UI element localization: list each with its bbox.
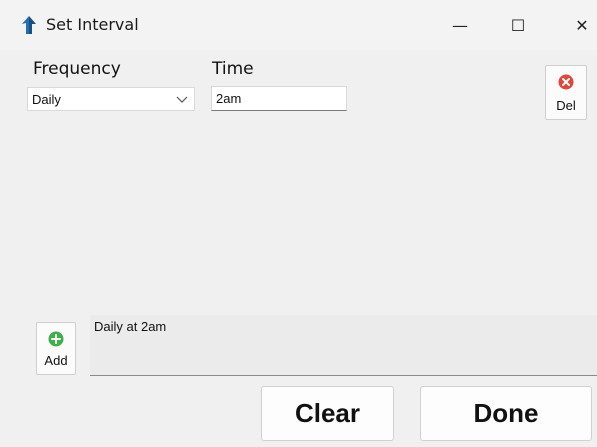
window-title: Set Interval (46, 15, 139, 34)
add-button-label: Add (44, 353, 68, 368)
app-icon (22, 16, 36, 34)
delete-button-label: Del (556, 98, 576, 113)
add-button[interactable]: Add (36, 322, 76, 375)
close-button[interactable]: ✕ (562, 10, 597, 40)
time-input[interactable] (211, 86, 347, 111)
maximize-button[interactable]: ☐ (498, 10, 538, 40)
frequency-label: Frequency (33, 59, 121, 79)
frequency-select[interactable]: Daily (27, 87, 195, 111)
title-bar: Set Interval — ☐ ✕ (0, 0, 597, 50)
chevron-down-icon (176, 96, 188, 103)
delete-button[interactable]: Del (545, 65, 587, 120)
plus-circle-icon (48, 331, 64, 347)
frequency-selected-value: Daily (32, 92, 61, 107)
set-interval-window: Set Interval — ☐ ✕ Frequency Time Daily … (0, 0, 597, 447)
clear-button[interactable]: Clear (261, 386, 394, 441)
delete-icon (558, 74, 574, 90)
done-button[interactable]: Done (420, 386, 592, 441)
minimize-button[interactable]: — (440, 10, 480, 40)
interval-summary-box: Daily at 2am (90, 315, 597, 376)
time-label: Time (212, 59, 254, 79)
interval-summary-text: Daily at 2am (94, 319, 167, 334)
